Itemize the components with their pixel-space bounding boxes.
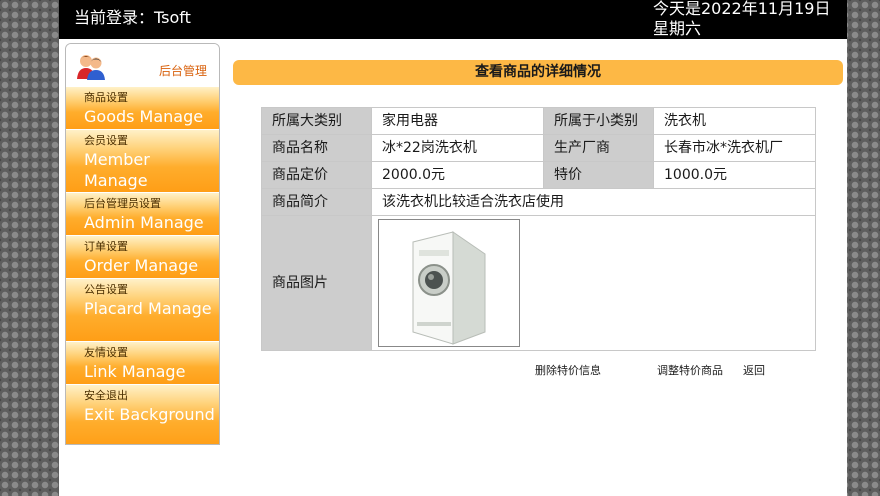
menu-item-en-label: Placard Manage: [84, 299, 212, 318]
top-bar: 当前登录：Tsoft 今天是2022年11月19日 星期六: [59, 0, 847, 39]
table-row: 商品名称 冰*22岗洗衣机 生产厂商 长春市冰*洗衣机厂: [261, 134, 816, 162]
menu-item-cn-label: 会员设置: [84, 134, 128, 147]
manufacturer-label: 生产厂商: [543, 134, 654, 162]
special-price-value: 1000.0元: [653, 161, 816, 189]
intro-label: 商品简介: [261, 188, 372, 216]
menu-item-cn-label: 公告设置: [84, 283, 128, 296]
intro-value: 该洗衣机比较适合洗衣店使用: [371, 188, 816, 216]
adjust-special-link[interactable]: 调整特价商品: [657, 362, 723, 378]
menu-member-manage[interactable]: 会员设置 Member Manage: [66, 129, 219, 192]
page-title: 查看商品的详细情况: [233, 60, 843, 85]
small-category-value: 洗衣机: [653, 107, 816, 135]
table-row: 商品简介 该洗衣机比较适合洗衣店使用: [261, 188, 816, 216]
table-row: 所属大类别 家用电器 所属于小类别 洗衣机: [261, 107, 816, 135]
sidebar-header: 后台管理: [66, 44, 219, 86]
menu-item-cn-label: 商品设置: [84, 91, 128, 104]
menu-item-en-label: Order Manage: [84, 256, 199, 275]
washing-machine-image: [379, 220, 519, 346]
manufacturer-value: 长春市冰*洗衣机厂: [653, 134, 816, 162]
special-price-label: 特价: [543, 161, 654, 189]
price-label: 商品定价: [261, 161, 372, 189]
menu-goods-manage[interactable]: 商品设置 Goods Manage: [66, 86, 219, 129]
menu-item-cn-label: 友情设置: [84, 346, 128, 359]
image-cell: [371, 215, 816, 351]
menu-item-en-label: Member Manage: [84, 150, 150, 190]
sidebar-title: 后台管理: [158, 64, 207, 78]
sidebar: 后台管理 商品设置 Goods Manage 会员设置 Member Manag…: [65, 43, 220, 445]
menu-placard-manage[interactable]: 公告设置 Placard Manage: [66, 278, 219, 341]
product-image: [378, 219, 520, 347]
users-icon: [77, 55, 105, 80]
table-row: 商品定价 2000.0元 特价 1000.0元: [261, 161, 816, 189]
menu-item-en-label: Exit Background: [84, 405, 215, 424]
menu-link-manage[interactable]: 友情设置 Link Manage: [66, 341, 219, 384]
menu-item-en-label: Link Manage: [84, 362, 186, 381]
menu-exit-background[interactable]: 安全退出 Exit Background: [66, 384, 219, 444]
date-label: 今天是2022年11月19日 星期六: [653, 0, 831, 38]
image-label: 商品图片: [261, 215, 372, 351]
menu-item-cn-label: 安全退出: [84, 389, 128, 402]
menu-item-cn-label: 后台管理员设置: [84, 197, 161, 210]
menu-order-manage[interactable]: 订单设置 Order Manage: [66, 235, 219, 278]
delete-special-link[interactable]: 删除特价信息: [535, 362, 601, 378]
product-detail-table: 所属大类别 家用电器 所属于小类别 洗衣机 商品名称 冰*22岗洗衣机 生产厂商…: [261, 107, 816, 351]
big-category-label: 所属大类别: [261, 107, 372, 135]
back-link[interactable]: 返回: [743, 362, 765, 378]
big-category-value: 家用电器: [371, 107, 544, 135]
price-value: 2000.0元: [371, 161, 544, 189]
current-login-label: 当前登录：Tsoft: [74, 8, 191, 27]
menu-item-en-label: Admin Manage: [84, 213, 204, 232]
product-name-label: 商品名称: [261, 134, 372, 162]
table-row: 商品图片: [261, 215, 816, 351]
menu-item-en-label: Goods Manage: [84, 107, 204, 126]
page-container: 当前登录：Tsoft 今天是2022年11月19日 星期六 后台管理 商品设置 …: [59, 0, 847, 496]
product-name-value: 冰*22岗洗衣机: [371, 134, 544, 162]
small-category-label: 所属于小类别: [543, 107, 654, 135]
menu-admin-manage[interactable]: 后台管理员设置 Admin Manage: [66, 192, 219, 235]
menu-item-cn-label: 订单设置: [84, 240, 128, 253]
